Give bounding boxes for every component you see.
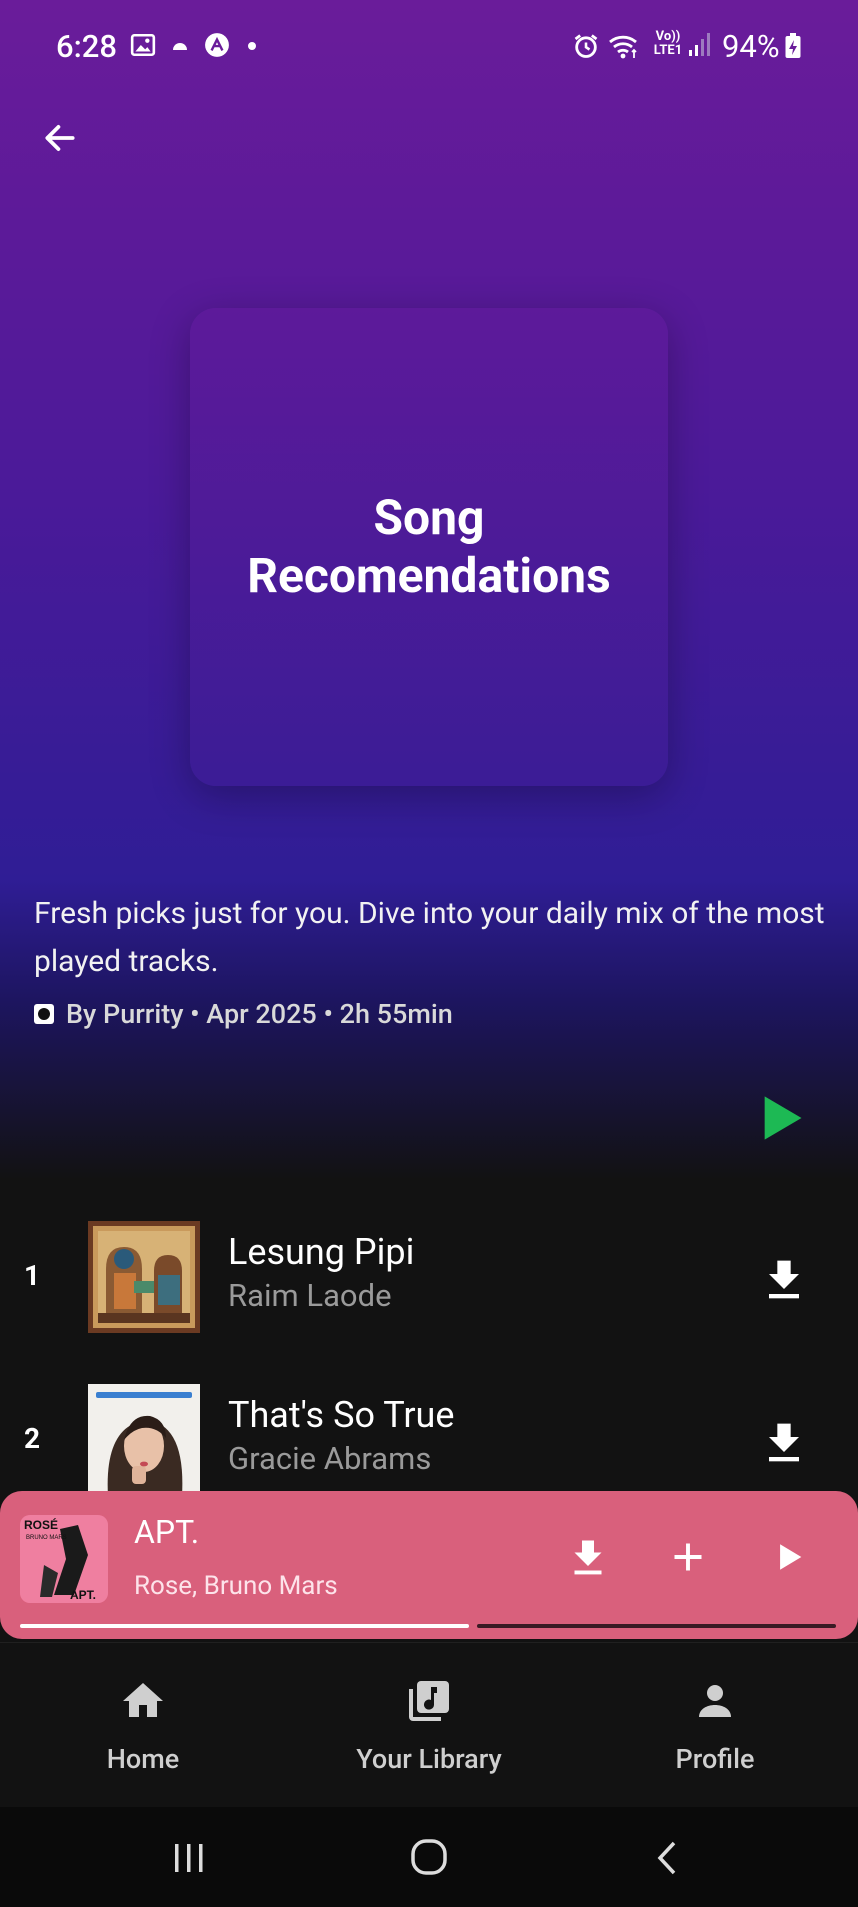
track-number: 1 xyxy=(24,1259,41,1292)
track-row[interactable]: 2 That's So True Gracie Abrams xyxy=(0,1384,858,1500)
home-circle-icon[interactable] xyxy=(404,1837,454,1879)
download-button[interactable] xyxy=(764,1420,804,1464)
album-art-text-artist: ROSÉ xyxy=(24,1517,58,1532)
download-button[interactable] xyxy=(764,1257,804,1301)
add-to-playlist-button[interactable] xyxy=(666,1535,710,1579)
playlist-cover-title: Song Recomendations xyxy=(247,489,611,604)
play-icon xyxy=(780,1544,802,1570)
mini-player[interactable]: ROSÉ BRUNO MARS APT. APT. Rose, Bruno Ma… xyxy=(0,1491,858,1639)
nav-home[interactable]: Home xyxy=(0,1643,286,1808)
playlist-meta-text: By Purrity • Apr 2025 • 2h 55min xyxy=(66,998,453,1030)
now-playing-artist: Rose, Bruno Mars xyxy=(134,1571,338,1601)
home-icon xyxy=(123,1683,163,1717)
nav-profile[interactable]: Profile xyxy=(572,1643,858,1808)
playlist-description: Fresh picks just for you. Dive into your… xyxy=(34,896,825,979)
track-title: Lesung Pipi xyxy=(228,1231,415,1273)
album-art-text-title: APT. xyxy=(70,1588,96,1602)
mini-play-button[interactable] xyxy=(768,1535,812,1579)
system-navigation-bar xyxy=(0,1807,858,1907)
status-bar: 6:28 Vo)) LTE1 94% xyxy=(0,0,858,96)
back-button[interactable] xyxy=(34,112,86,164)
play-icon xyxy=(764,1096,802,1140)
now-playing-album-art: ROSÉ BRUNO MARS APT. xyxy=(20,1515,108,1603)
track-title: That's So True xyxy=(228,1394,455,1436)
track-row[interactable]: 1 Lesung Pipi Raim Laode xyxy=(0,1221,858,1337)
track-artist: Gracie Abrams xyxy=(228,1440,432,1477)
nav-home-label: Home xyxy=(106,1743,180,1775)
playlist-meta: By Purrity • Apr 2025 • 2h 55min xyxy=(34,998,453,1030)
download-icon xyxy=(574,1540,602,1575)
nav-your-library[interactable]: Your Library xyxy=(286,1643,572,1808)
cloud-notification-icon xyxy=(173,43,187,50)
status-time: 6:28 xyxy=(56,28,118,65)
network-type-label: Vo)) LTE1 xyxy=(653,29,683,58)
plus-icon xyxy=(674,1543,702,1571)
album-art-text-feature: BRUNO MARS xyxy=(26,1535,67,1541)
playback-progress-remaining xyxy=(477,1624,836,1628)
profile-icon xyxy=(699,1685,731,1717)
library-icon xyxy=(409,1681,449,1721)
play-playlist-button[interactable] xyxy=(756,1092,808,1144)
track-album-art xyxy=(88,1384,200,1496)
signal-icon xyxy=(689,33,710,56)
track-album-art xyxy=(88,1221,200,1333)
track-number: 2 xyxy=(24,1422,41,1455)
now-playing-title: APT. xyxy=(134,1513,200,1551)
arrow-left-icon xyxy=(45,125,75,151)
nav-your-library-label: Your Library xyxy=(356,1743,502,1775)
nav-profile-label: Profile xyxy=(675,1743,755,1775)
more-notifications-dot-icon xyxy=(248,42,256,50)
app-notification-icon xyxy=(205,33,229,57)
system-back-icon[interactable] xyxy=(644,1837,694,1879)
track-artist: Raim Laode xyxy=(228,1277,392,1314)
bottom-navigation: Home Your Library Profile xyxy=(0,1642,858,1808)
recent-apps-icon[interactable] xyxy=(164,1837,214,1879)
wifi-icon xyxy=(609,35,637,59)
playback-progress-bar[interactable] xyxy=(20,1624,836,1628)
gallery-notification-icon xyxy=(130,33,156,57)
alarm-icon xyxy=(574,34,598,58)
playback-progress-fill xyxy=(20,1624,469,1628)
creator-avatar xyxy=(34,1004,54,1024)
download-icon xyxy=(769,1423,799,1462)
battery-percent: 94% xyxy=(722,28,780,65)
battery-charging-icon xyxy=(785,33,801,58)
download-icon xyxy=(769,1260,799,1299)
playlist-cover: Song Recomendations xyxy=(190,308,668,786)
mini-download-button[interactable] xyxy=(566,1535,610,1579)
